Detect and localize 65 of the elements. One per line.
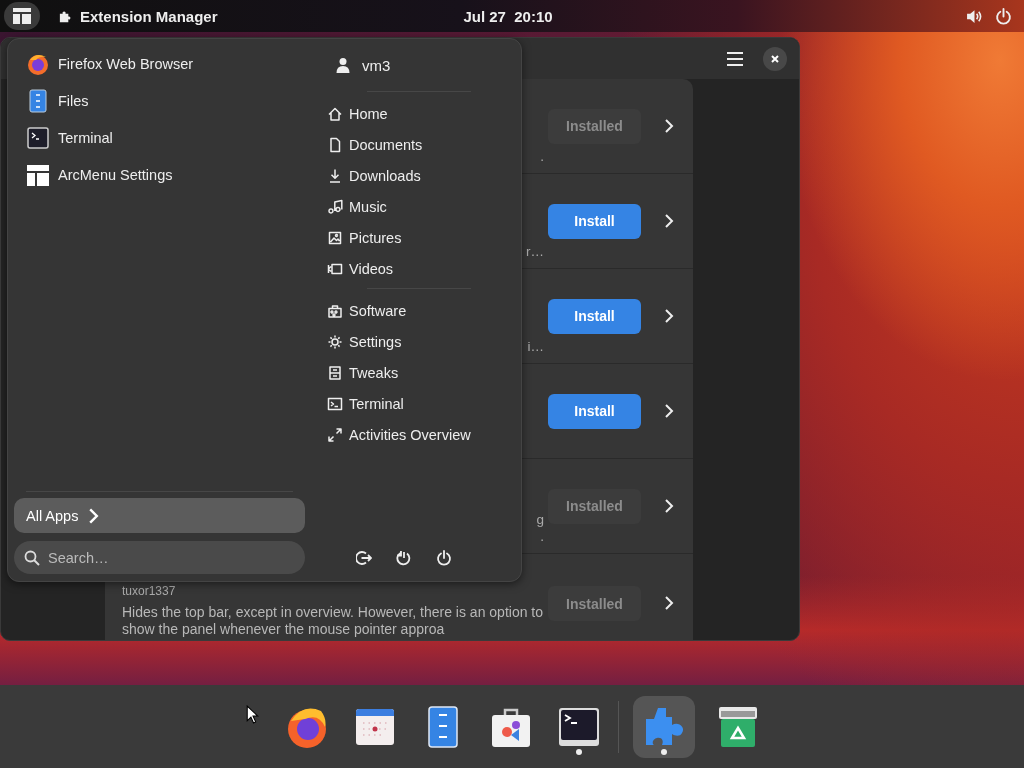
terminal-icon (26, 125, 50, 150)
place-item[interactable]: Videos (327, 253, 501, 284)
terminal-icon (327, 395, 343, 412)
all-apps-button[interactable]: All Apps (14, 498, 305, 533)
place-item[interactable]: Pictures (327, 222, 501, 253)
picture-icon (327, 229, 343, 246)
app-item[interactable]: Files (14, 82, 305, 119)
person-icon (335, 57, 351, 73)
search-icon (24, 550, 40, 566)
system-item[interactable]: Settings (327, 326, 501, 357)
system-item[interactable]: Tweaks (327, 357, 501, 388)
home-icon (327, 105, 343, 122)
system-item[interactable]: Terminal (327, 388, 501, 419)
download-icon (327, 167, 343, 184)
place-item[interactable]: Downloads (327, 160, 501, 191)
place-item[interactable]: Home (327, 98, 501, 129)
app-menu-button[interactable]: Extension Manager (48, 3, 228, 29)
music-icon (327, 198, 343, 215)
running-dot (660, 748, 667, 755)
bag-icon (327, 302, 343, 319)
app-item[interactable]: Terminal (14, 119, 305, 156)
place-item[interactable]: Documents (327, 129, 501, 160)
install-button[interactable]: Install (548, 203, 641, 239)
app-item[interactable]: Firefox Web Browser (14, 45, 305, 82)
pointer-icon (246, 705, 259, 724)
author-name: tuxor1337 (122, 584, 177, 598)
app-item[interactable]: ArcMenu Settings (14, 156, 305, 193)
expand-icon (327, 426, 343, 443)
volume-icon[interactable] (966, 7, 983, 25)
restart-icon[interactable] (396, 550, 412, 566)
menu-icon[interactable] (727, 51, 743, 66)
chevron-icon[interactable] (664, 498, 674, 514)
toggle-icon (327, 364, 343, 381)
chevron-icon[interactable] (664, 213, 674, 229)
install-button[interactable]: Install (548, 393, 641, 429)
description-fragment: i… (527, 338, 544, 355)
search-field[interactable]: Search… (14, 541, 305, 574)
description-fragment: . (540, 148, 544, 165)
chevron-icon[interactable] (664, 308, 674, 324)
running-dot (575, 748, 582, 755)
document-icon (327, 136, 343, 153)
chevron-icon[interactable] (664, 595, 674, 611)
layout-icon (13, 8, 31, 24)
arcmenu-button[interactable] (4, 2, 40, 30)
logout-icon[interactable] (356, 550, 372, 566)
file-cabinet-icon (26, 88, 50, 113)
install-button[interactable]: Install (548, 298, 641, 334)
extension-description: Hides the top bar, except in overview. However, there is an option to show the panel whenever the mouse pointer approa (122, 604, 544, 638)
chevron-icon (88, 506, 100, 525)
gear-icon (327, 333, 343, 350)
power-icon[interactable] (995, 7, 1012, 25)
system-item[interactable]: Software (327, 295, 501, 326)
description-fragment: g (536, 511, 544, 528)
power-icon[interactable] (436, 550, 452, 566)
close-button[interactable] (763, 46, 787, 71)
description-fragment: . (540, 528, 544, 545)
clock-button[interactable]: Jul 27 20:10 (455, 3, 561, 29)
chevron-icon[interactable] (664, 118, 674, 134)
system-item[interactable]: Activities Overview (327, 419, 501, 450)
user-item[interactable]: vm3 (327, 51, 501, 79)
description-fragment: r… (526, 243, 544, 260)
place-item[interactable]: Music (327, 191, 501, 222)
layout-icon (26, 162, 50, 187)
close-icon (770, 53, 780, 64)
chevron-icon[interactable] (664, 403, 674, 419)
